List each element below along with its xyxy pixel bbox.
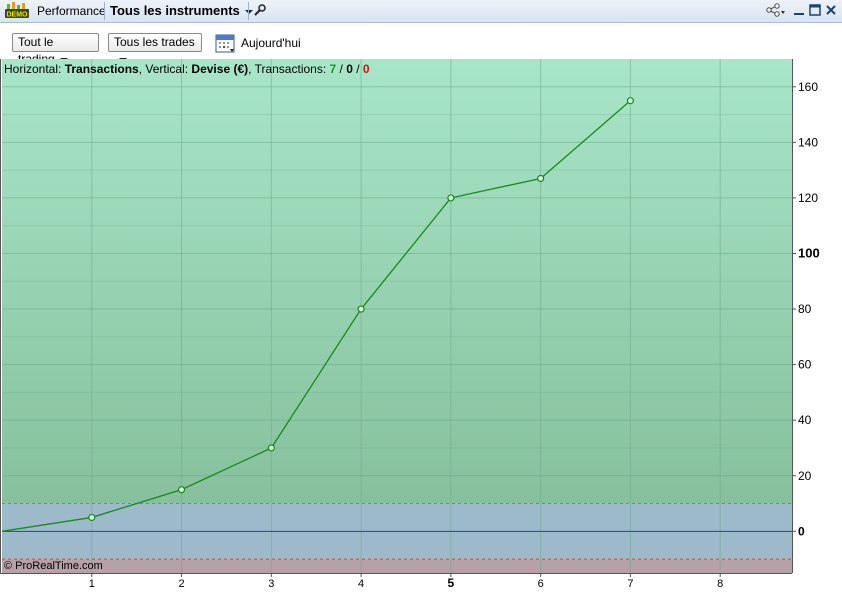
horizontal-value: Transactions [64,62,139,76]
transactions-losing-count: 0 [362,62,370,76]
horizontal-prefix: Horizontal: [4,62,65,76]
slash: / [336,62,347,76]
x-axis-panel [0,573,792,595]
calendar-icon [215,34,235,53]
x-tick-label: 3 [268,578,274,590]
x-tick-label: 1 [89,578,95,590]
y-tick-label: 40 [798,413,812,427]
window-titlebar: DEMO Performance Tous les instruments [0,0,842,23]
slash: / [352,62,363,76]
x-tick-label: 6 [538,578,544,590]
performance-chart[interactable]: 0 20 40 60 80 100 120 140 160 1 2 3 4 5 6 7 8 [0,59,842,595]
vertical-prefix: , Vertical: [138,62,192,76]
y-tick-label: 0 [798,524,805,538]
titlebar-separator [248,2,249,20]
share-icon[interactable] [765,3,785,17]
chart-legend: Horizontal: Transactions, Vertical: Devi… [4,62,370,76]
demo-logo-icon: DEMO [5,2,29,19]
data-point [177,486,186,494]
y-tick-label: 20 [798,469,812,483]
data-point [626,97,635,105]
y-tick-label: 140 [798,135,818,149]
toolbar: Tout le trading Tous les trades Aujourd'… [0,23,842,66]
maximize-icon[interactable] [808,3,822,17]
data-point [357,305,365,313]
y-tick-label: 160 [798,80,818,94]
watermark: © ProRealTime.com [4,560,103,572]
trades-dropdown-label: Tous les trades [114,35,195,49]
x-tick-label: 5 [448,576,455,590]
y-tick-label: 120 [798,191,818,205]
trades-dropdown[interactable]: Tous les trades [108,33,202,62]
data-point [267,444,275,452]
data-point [447,194,455,202]
x-tick-label: 8 [717,578,723,590]
y-tick-label: 100 [798,245,820,260]
performance-label: Performance [37,4,106,18]
transactions-neutral-count: 0 [346,62,353,76]
y-tick-label: 80 [798,302,812,316]
close-icon[interactable] [824,3,838,17]
trading-dropdown[interactable]: Tout le trading [12,33,99,66]
data-point [537,174,545,183]
wrench-icon[interactable] [253,3,267,17]
minimize-icon[interactable] [792,3,806,17]
instrument-dropdown[interactable]: Tous les instruments [110,0,253,22]
vertical-value: Devise (€) [191,62,249,76]
demo-logo-text: DEMO [7,12,29,19]
date-label: Aujourd'hui [241,36,301,50]
negative-zone [2,559,792,573]
data-point [88,513,96,522]
x-tick-label: 2 [178,578,184,590]
chart-svg: 0 20 40 60 80 100 120 140 160 1 2 3 4 5 6 7 8 [0,59,842,595]
x-tick-label: 7 [627,578,633,590]
y-tick-label: 60 [798,358,812,372]
titlebar-separator [104,2,105,20]
instrument-label: Tous les instruments [110,3,240,18]
x-tick-label: 4 [358,578,364,590]
transactions-prefix: , Transactions: [248,62,330,76]
